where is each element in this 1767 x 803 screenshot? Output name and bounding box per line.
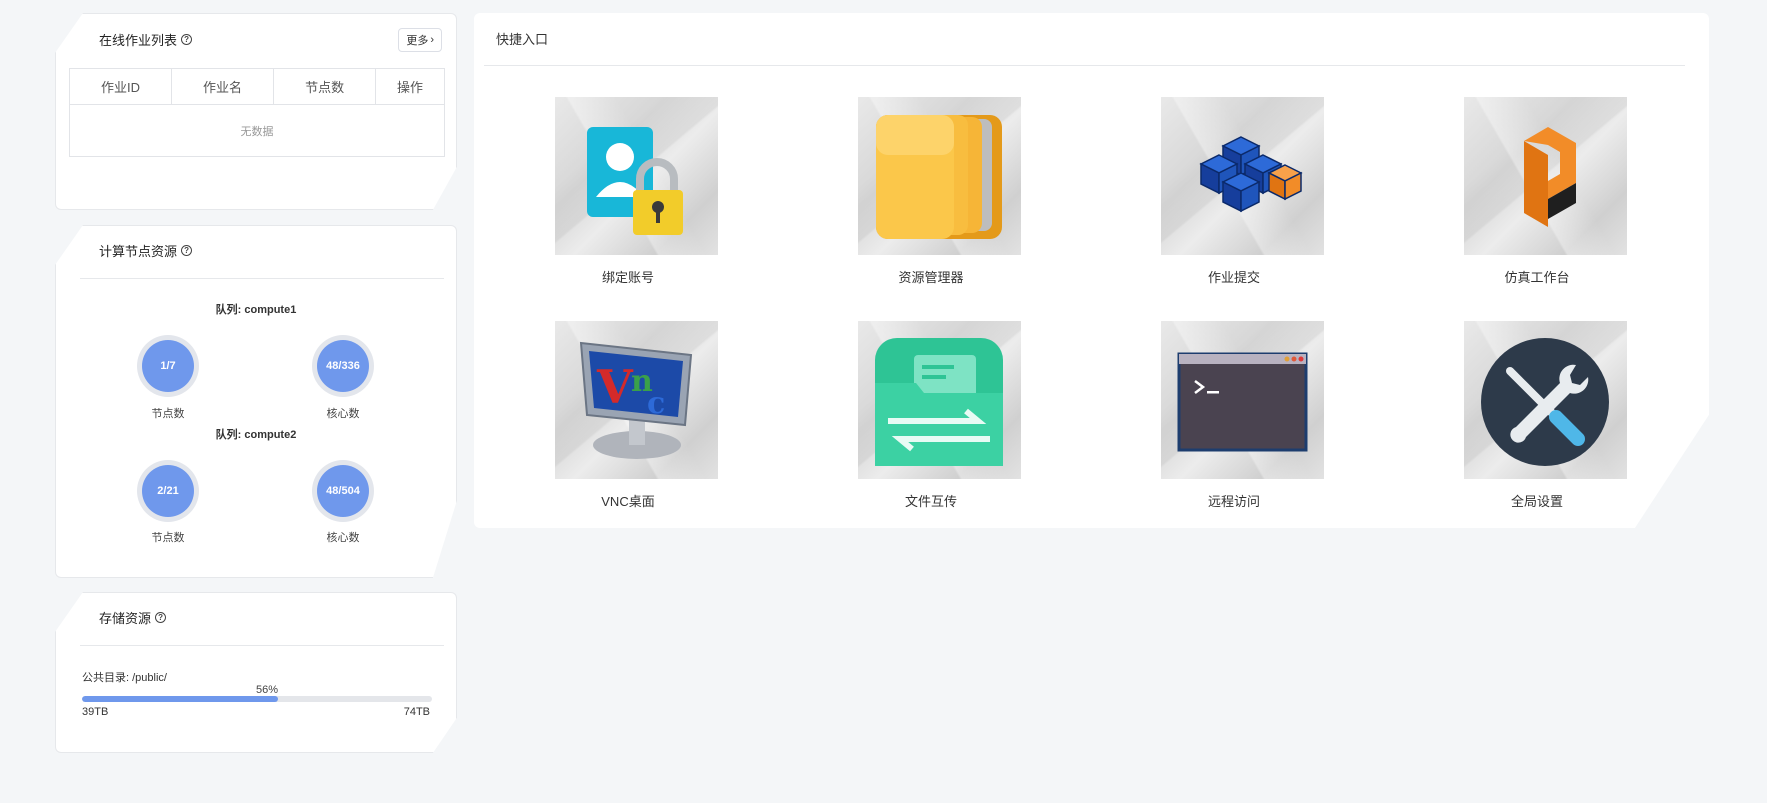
online-jobs-panel: 在线作业列表 ? 更多 › 作业ID 作业名 节点数 操作 无数据 (55, 13, 457, 210)
core-usage-gauge: 48/504 (312, 460, 374, 522)
divider (80, 645, 444, 646)
queue-label: 队列: compute2 (215, 429, 297, 441)
gauge-caption: 核心数 (326, 532, 360, 544)
tile-file-transfer[interactable]: 文件互传 (841, 321, 1031, 510)
tile-simulation-workbench[interactable]: 仿真工作台 (1447, 97, 1637, 286)
help-icon[interactable]: ? (155, 612, 167, 623)
compute-resources-panel: 计算节点资源 ? 队列: compute1 1/7 节点数 48/336 核心数… (55, 225, 457, 578)
storage-title: 存储资源 ? (99, 608, 167, 627)
tile-label: 资源管理器 (898, 270, 964, 285)
tile-label: 作业提交 (1207, 270, 1260, 285)
svg-text:V: V (596, 360, 634, 414)
storage-total: 74TB (403, 706, 430, 718)
bind-account-icon (555, 97, 718, 255)
tile-label: 远程访问 (1207, 494, 1260, 509)
tile-global-settings[interactable]: 全局设置 (1447, 321, 1637, 510)
storage-progress-fill (82, 696, 278, 702)
storage-progress-bar (82, 696, 432, 702)
core-usage-gauge: 48/336 (312, 335, 374, 397)
jobs-table: 作业ID 作业名 节点数 操作 无数据 (68, 68, 445, 157)
empty-state: 无数据 (69, 104, 445, 157)
storage-used: 39TB (82, 706, 109, 718)
tile-label: VNC桌面 (601, 494, 655, 509)
tile-remote-access[interactable]: 远程访问 (1144, 321, 1334, 510)
node-usage-gauge: 1/7 (137, 335, 199, 397)
column-header-job-id[interactable]: 作业ID (68, 68, 173, 105)
vnc-desktop-icon: V n c (555, 321, 718, 479)
storage-percent: 56% (256, 684, 279, 696)
divider (80, 278, 444, 279)
simulation-workbench-icon (1464, 97, 1627, 255)
chevron-right-icon: › (430, 34, 434, 46)
tile-label: 全局设置 (1510, 494, 1563, 509)
node-usage-gauge: 2/21 (137, 460, 199, 522)
column-header-job-name[interactable]: 作业名 (171, 68, 275, 105)
tile-label: 绑定账号 (601, 270, 654, 285)
tile-job-submit[interactable]: 作业提交 (1144, 97, 1334, 286)
gauge-caption: 节点数 (151, 532, 185, 544)
divider (484, 65, 1685, 66)
settings-tools-icon (1464, 321, 1627, 479)
terminal-icon (1161, 321, 1324, 479)
gauge-caption: 核心数 (326, 408, 360, 420)
storage-path-label: 公共目录: /public/ (82, 672, 167, 684)
help-icon[interactable]: ? (181, 34, 193, 45)
queue-label: 队列: compute1 (215, 304, 297, 316)
online-jobs-title: 在线作业列表 ? (99, 30, 193, 49)
file-manager-icon (858, 97, 1021, 255)
column-header-node-count[interactable]: 节点数 (273, 68, 377, 105)
compute-resources-title: 计算节点资源 ? (99, 241, 193, 260)
storage-panel: 存储资源 ? 公共目录: /public/ 56% 39TB 74TB (55, 592, 457, 753)
file-transfer-icon (858, 321, 1021, 479)
quick-access-title: 快捷入口 (496, 32, 549, 47)
gauge-caption: 节点数 (151, 408, 185, 420)
job-submit-icon (1161, 97, 1324, 255)
tile-label: 文件互传 (904, 494, 957, 509)
tile-file-manager[interactable]: 资源管理器 (841, 97, 1031, 286)
more-button[interactable]: 更多 › (398, 28, 442, 52)
tile-label: 仿真工作台 (1504, 270, 1570, 285)
help-icon[interactable]: ? (181, 245, 193, 256)
column-header-actions: 操作 (375, 68, 445, 105)
svg-text:c: c (647, 386, 665, 421)
tile-bind-account[interactable]: 绑定账号 (538, 97, 728, 286)
quick-access-panel: 快捷入口 绑定账号 资源管理器 作业提交 仿真工作台 V n c VNC桌面 文… (474, 13, 1709, 528)
tile-vnc-desktop[interactable]: V n c VNC桌面 (538, 321, 728, 510)
